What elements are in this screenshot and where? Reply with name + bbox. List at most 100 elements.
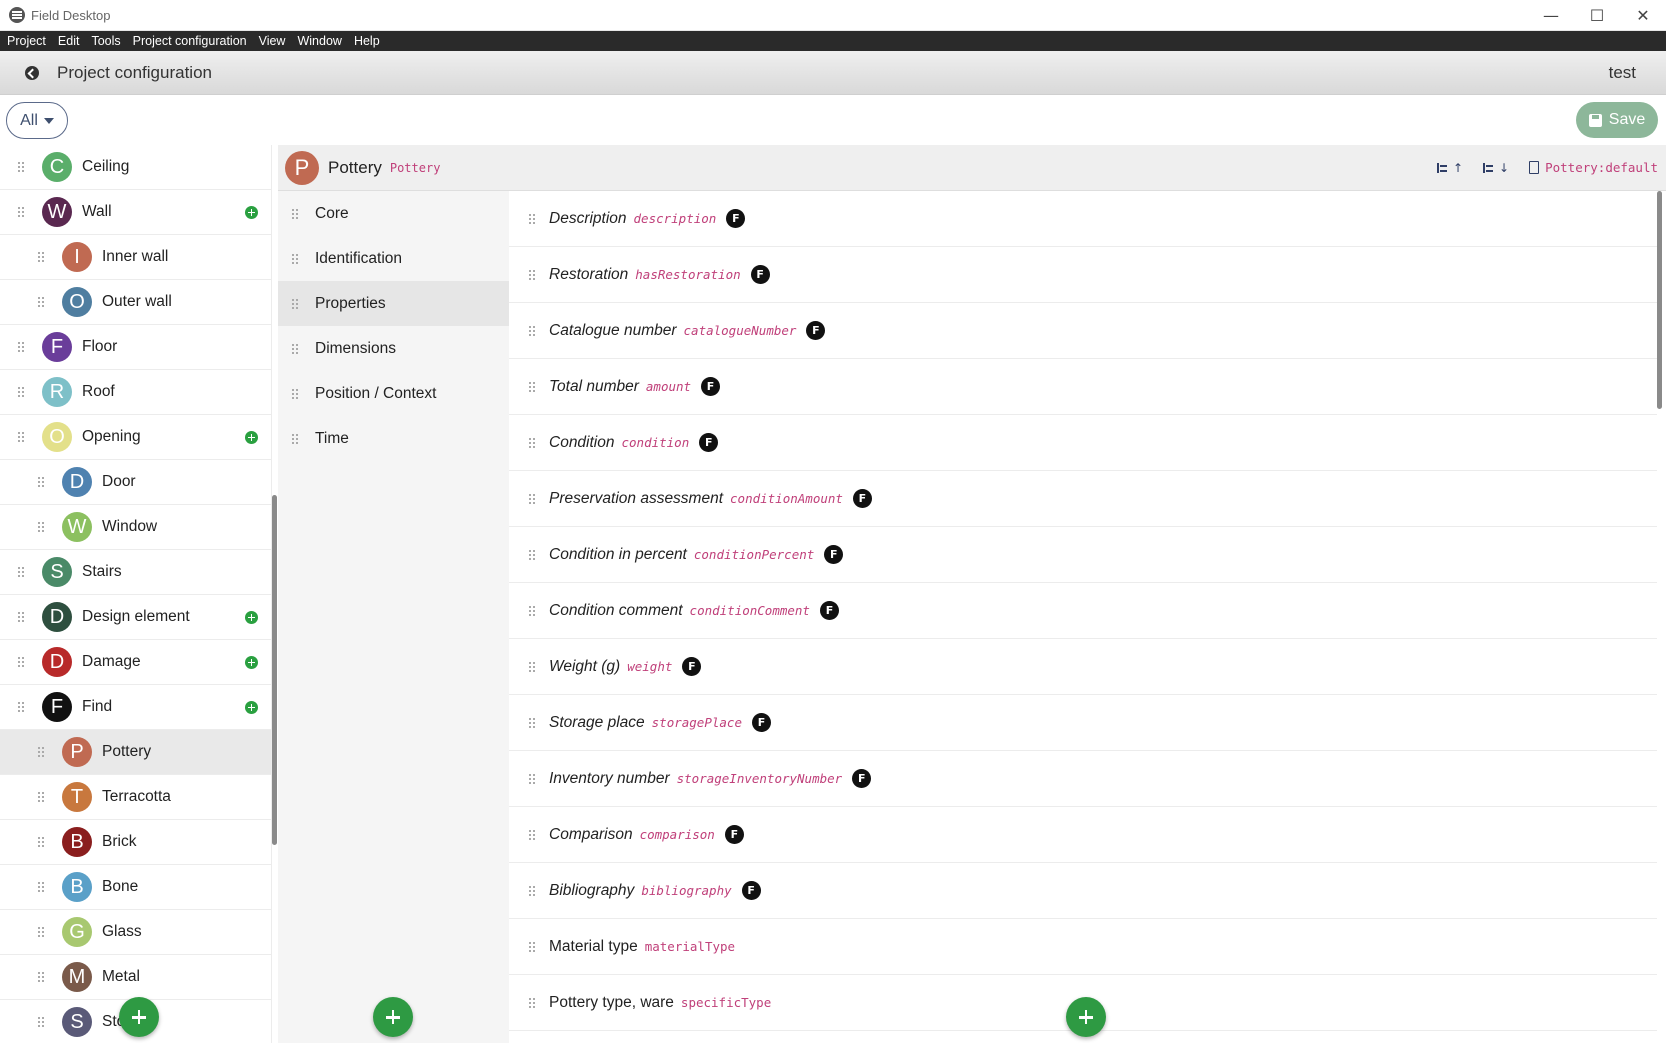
group-item[interactable]: Time: [278, 416, 509, 461]
drag-handle-icon[interactable]: [38, 297, 46, 307]
category-item[interactable]: T Terracotta: [0, 775, 271, 820]
drag-handle-icon[interactable]: [292, 388, 300, 399]
drag-handle-icon[interactable]: [38, 522, 46, 532]
category-item[interactable]: D Damage: [0, 640, 271, 685]
drag-handle-icon[interactable]: [38, 972, 46, 982]
drag-handle-icon[interactable]: [529, 549, 537, 560]
category-item[interactable]: O Outer wall: [0, 280, 271, 325]
drag-handle-icon[interactable]: [38, 882, 46, 892]
category-list-scrollbar[interactable]: [272, 495, 277, 845]
field-item[interactable]: Inventory number storageInventoryNumber F: [509, 751, 1657, 807]
field-item[interactable]: Condition condition F: [509, 415, 1657, 471]
field-item[interactable]: Comparison comparison F: [509, 807, 1657, 863]
field-item[interactable]: Restoration hasRestoration F: [509, 247, 1657, 303]
drag-handle-icon[interactable]: [529, 997, 537, 1008]
field-item[interactable]: Condition comment conditionComment F: [509, 583, 1657, 639]
minimize-icon[interactable]: —: [1528, 0, 1574, 31]
add-subcategory-icon[interactable]: [245, 430, 258, 444]
drag-handle-icon[interactable]: [18, 657, 26, 667]
drag-handle-icon[interactable]: [529, 605, 537, 616]
menu-project-configuration[interactable]: Project configuration: [133, 34, 247, 48]
group-item[interactable]: Identification: [278, 236, 509, 281]
drag-handle-icon[interactable]: [529, 325, 537, 336]
category-item[interactable]: F Find: [0, 685, 271, 730]
add-category-button[interactable]: [119, 997, 159, 1037]
drag-handle-icon[interactable]: [529, 773, 537, 784]
category-item[interactable]: D Design element: [0, 595, 271, 640]
drag-handle-icon[interactable]: [38, 747, 46, 757]
field-item[interactable]: Catalogue number catalogueNumber F: [509, 303, 1657, 359]
drag-handle-icon[interactable]: [529, 941, 537, 952]
group-item[interactable]: Core: [278, 191, 509, 236]
category-item[interactable]: R Roof: [0, 370, 271, 415]
category-item[interactable]: D Door: [0, 460, 271, 505]
drag-handle-icon[interactable]: [292, 208, 300, 219]
field-item[interactable]: Bibliography bibliography F: [509, 863, 1657, 919]
category-item[interactable]: B Brick: [0, 820, 271, 865]
category-item[interactable]: W Window: [0, 505, 271, 550]
field-item[interactable]: Preservation assessment conditionAmount F: [509, 471, 1657, 527]
menu-project[interactable]: Project: [7, 34, 46, 48]
field-item[interactable]: Material type materialType: [509, 919, 1657, 975]
category-item[interactable]: P Pottery: [0, 730, 271, 775]
drag-handle-icon[interactable]: [18, 162, 26, 172]
drag-handle-icon[interactable]: [18, 387, 26, 397]
field-item[interactable]: Weight (g) weight F: [509, 639, 1657, 695]
add-subcategory-icon[interactable]: [245, 205, 258, 219]
add-subcategory-icon[interactable]: [245, 655, 258, 669]
drag-handle-icon[interactable]: [292, 433, 300, 444]
drag-handle-icon[interactable]: [38, 252, 46, 262]
field-item[interactable]: Total number amount F: [509, 359, 1657, 415]
category-item[interactable]: C Ceiling: [0, 145, 271, 190]
drag-handle-icon[interactable]: [529, 661, 537, 672]
save-button[interactable]: Save: [1576, 102, 1658, 138]
drag-handle-icon[interactable]: [529, 717, 537, 728]
drag-handle-icon[interactable]: [292, 253, 300, 264]
drag-handle-icon[interactable]: [18, 432, 26, 442]
form-selector[interactable]: Pottery:default: [1529, 160, 1658, 175]
drag-handle-icon[interactable]: [529, 213, 537, 224]
project-name[interactable]: test: [1609, 63, 1636, 83]
maximize-icon[interactable]: ☐: [1574, 0, 1620, 31]
add-field-button[interactable]: [1066, 997, 1106, 1037]
drag-handle-icon[interactable]: [18, 342, 26, 352]
category-item[interactable]: O Opening: [0, 415, 271, 460]
drag-handle-icon[interactable]: [529, 829, 537, 840]
drag-handle-icon[interactable]: [38, 927, 46, 937]
menu-help[interactable]: Help: [354, 34, 380, 48]
field-list-scrollbar[interactable]: [1657, 191, 1662, 409]
add-group-button[interactable]: [373, 997, 413, 1037]
move-down-hierarchy-button[interactable]: ↓: [1483, 161, 1509, 175]
menu-edit[interactable]: Edit: [58, 34, 80, 48]
category-filter-dropdown[interactable]: All: [6, 102, 68, 139]
drag-handle-icon[interactable]: [38, 837, 46, 847]
field-item[interactable]: Description description F: [509, 191, 1657, 247]
drag-handle-icon[interactable]: [18, 702, 26, 712]
group-item[interactable]: Properties: [278, 281, 509, 326]
drag-handle-icon[interactable]: [292, 343, 300, 354]
move-up-hierarchy-button[interactable]: ↑: [1436, 161, 1463, 175]
drag-handle-icon[interactable]: [38, 792, 46, 802]
add-subcategory-icon[interactable]: [245, 700, 258, 714]
drag-handle-icon[interactable]: [38, 1017, 46, 1027]
drag-handle-icon[interactable]: [529, 269, 537, 280]
drag-handle-icon[interactable]: [529, 437, 537, 448]
category-item[interactable]: B Bone: [0, 865, 271, 910]
group-item[interactable]: Position / Context: [278, 371, 509, 416]
close-icon[interactable]: ✕: [1620, 0, 1666, 31]
category-item[interactable]: I Inner wall: [0, 235, 271, 280]
menu-view[interactable]: View: [259, 34, 286, 48]
drag-handle-icon[interactable]: [18, 207, 26, 217]
drag-handle-icon[interactable]: [529, 493, 537, 504]
drag-handle-icon[interactable]: [529, 885, 537, 896]
category-item[interactable]: S Stairs: [0, 550, 271, 595]
category-item[interactable]: F Floor: [0, 325, 271, 370]
category-item[interactable]: M Metal: [0, 955, 271, 1000]
drag-handle-icon[interactable]: [18, 567, 26, 577]
category-item[interactable]: W Wall: [0, 190, 271, 235]
drag-handle-icon[interactable]: [292, 298, 300, 309]
add-subcategory-icon[interactable]: [245, 610, 258, 624]
field-item[interactable]: Storage place storagePlace F: [509, 695, 1657, 751]
menu-tools[interactable]: Tools: [91, 34, 120, 48]
drag-handle-icon[interactable]: [18, 612, 26, 622]
